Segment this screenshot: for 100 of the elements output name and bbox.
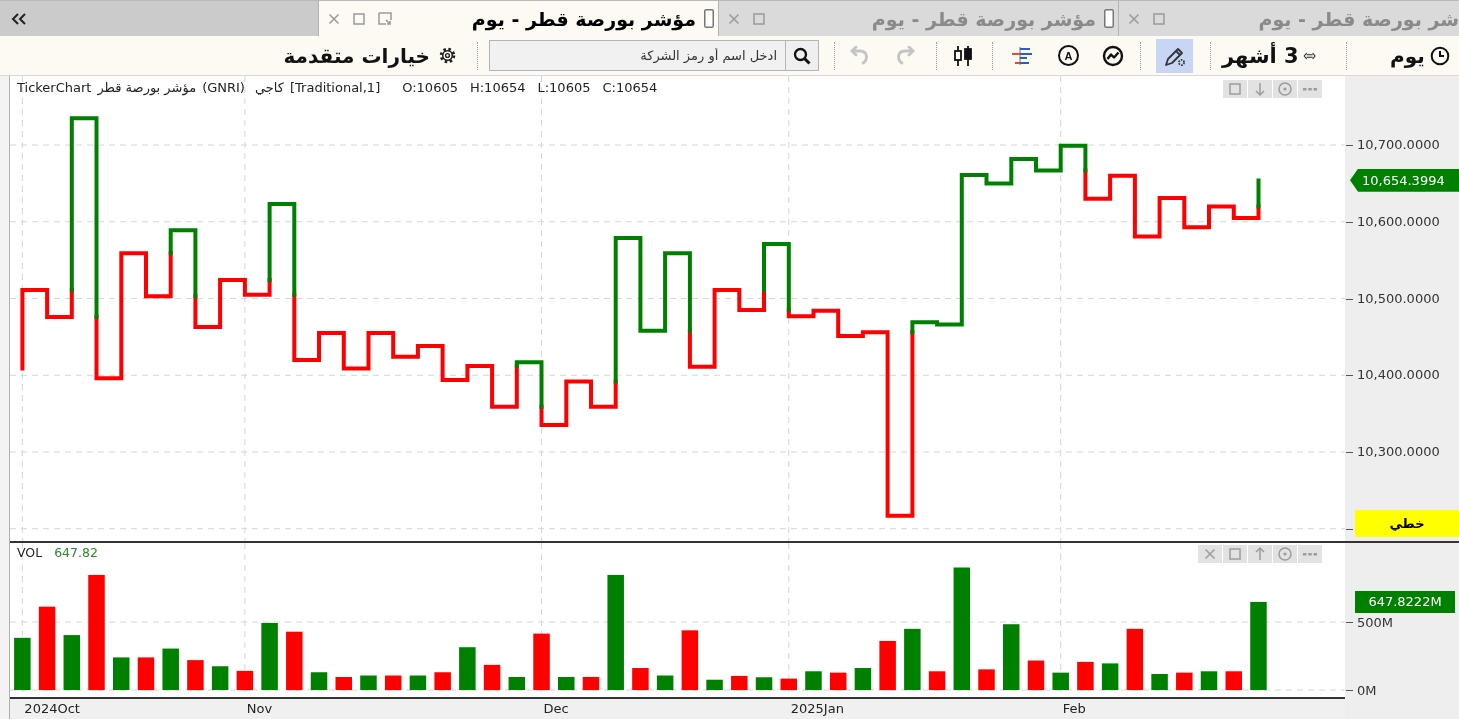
search-icon [793, 46, 811, 65]
search-button[interactable] [786, 40, 819, 71]
volume-bar [137, 657, 155, 691]
volume-label: VOL [17, 545, 43, 560]
volume-bar [755, 677, 773, 691]
ohlc-value: O:10605 [402, 80, 458, 95]
close-icon[interactable] [1128, 12, 1140, 25]
volume-bar [706, 679, 723, 691]
volume-bar [1101, 663, 1119, 691]
volume-bar [187, 660, 204, 691]
volume-bar [854, 668, 872, 691]
window-icon[interactable] [353, 12, 365, 25]
last-volume-tag: 647.8222M [1355, 590, 1455, 613]
volume-bar [1126, 628, 1144, 691]
range-button[interactable]: 3 أشهر [1222, 39, 1316, 72]
volume-bar [236, 670, 254, 691]
more-icon[interactable] [1298, 545, 1322, 563]
volume-bar [335, 677, 352, 691]
close-icon[interactable] [328, 12, 340, 25]
volume-bar [1176, 672, 1193, 691]
close-icon[interactable] [728, 12, 740, 25]
volume-bar [805, 671, 822, 691]
volume-bar [829, 672, 847, 691]
date-label: 2024Oct [24, 700, 80, 718]
candlestick-icon[interactable] [953, 44, 975, 67]
more-icon[interactable] [1298, 80, 1322, 98]
page-icon [1104, 9, 1114, 28]
volume-bar [879, 640, 896, 691]
volume-bar [656, 675, 674, 691]
scale-mode-label[interactable]: خطي [1355, 510, 1459, 537]
symbol-label: (GNRI) [202, 80, 245, 95]
volume-bar [582, 677, 600, 691]
axis-label: 10,500.0000 [1357, 289, 1440, 308]
arrow-up-icon[interactable] [1248, 545, 1272, 563]
volume-bar [459, 647, 476, 691]
date-label: Feb [1062, 700, 1086, 718]
axis-label: 10,600.0000 [1357, 212, 1440, 231]
last-price-tag: 10,654.3994 [1350, 168, 1459, 192]
volume-bar [63, 635, 81, 691]
volume-bar [533, 633, 550, 691]
chart-source: TickerChart [17, 80, 92, 95]
volume-bar [483, 664, 501, 691]
window-icon[interactable] [1223, 80, 1247, 98]
double-chevron-icon[interactable] [11, 12, 27, 25]
axis-label: 10,700.0000 [1357, 136, 1440, 155]
chart-params: [Traditional,1] [289, 80, 381, 95]
volume-value: 647.82 [54, 545, 98, 560]
drawing-tool-button[interactable] [1156, 38, 1193, 73]
volume-bar [1027, 660, 1045, 691]
window-icon[interactable] [1153, 12, 1165, 25]
axis-label: 0M [1357, 682, 1377, 698]
volume-bar [310, 672, 328, 691]
axis-label: 10,300.0000 [1357, 443, 1440, 461]
arrow-down-icon[interactable] [1248, 80, 1272, 98]
ohlc-value: L:10605 [537, 80, 591, 95]
target-icon[interactable] [1273, 80, 1297, 98]
tab[interactable]: مؤشر بورصة قطر - يوم [318, 1, 718, 36]
ohlc-value: H:10654 [469, 80, 526, 95]
ohlc-value: C:10654 [602, 80, 658, 95]
volume-bar [14, 637, 31, 691]
chart-type-label: كاجي [254, 80, 284, 95]
volume-bar [558, 677, 575, 691]
volume-bar [1151, 674, 1168, 691]
gear-icon [438, 46, 457, 65]
period-button[interactable]: يوم [1390, 39, 1452, 72]
volume-bar [162, 648, 179, 691]
volume-bar [508, 677, 526, 691]
volume-bar [409, 675, 427, 691]
page-icon [704, 9, 714, 28]
date-label: Dec [543, 700, 569, 718]
volume-bar [731, 675, 748, 691]
target-icon[interactable] [1273, 545, 1297, 563]
volume-bar [1225, 671, 1242, 691]
volume-bar [780, 678, 797, 691]
horizontal-bars-icon[interactable] [1009, 45, 1033, 66]
close-icon[interactable] [1198, 545, 1222, 563]
date-label: 2025Jan [790, 700, 844, 718]
clock-icon [1429, 45, 1450, 66]
volume-bar [286, 631, 303, 691]
volume-bar [261, 623, 278, 691]
letter-toggle[interactable]: A [1058, 45, 1079, 66]
volume-bar [928, 671, 946, 691]
volume-bar [1003, 624, 1020, 691]
volume-bar [1200, 671, 1218, 691]
volume-bar [113, 657, 130, 691]
advanced-options-button[interactable]: خيارات متقدمة [275, 39, 457, 72]
square-arrow-icon[interactable] [378, 12, 392, 25]
window-icon[interactable] [753, 12, 765, 25]
volume-bar [632, 668, 649, 691]
date-label: Nov [246, 700, 273, 718]
volume-bar [434, 672, 451, 691]
volume-bar [978, 669, 995, 691]
volume-bar [904, 628, 921, 691]
volume-bar [1052, 672, 1069, 691]
volume-bar [384, 675, 402, 691]
volume-bar [211, 666, 229, 691]
axis-label: 10,400.0000 [1357, 366, 1440, 385]
index-name: مؤشر بورصة قطر [97, 80, 197, 95]
axis-label: 500M [1357, 614, 1394, 630]
window-icon[interactable] [1223, 545, 1247, 563]
